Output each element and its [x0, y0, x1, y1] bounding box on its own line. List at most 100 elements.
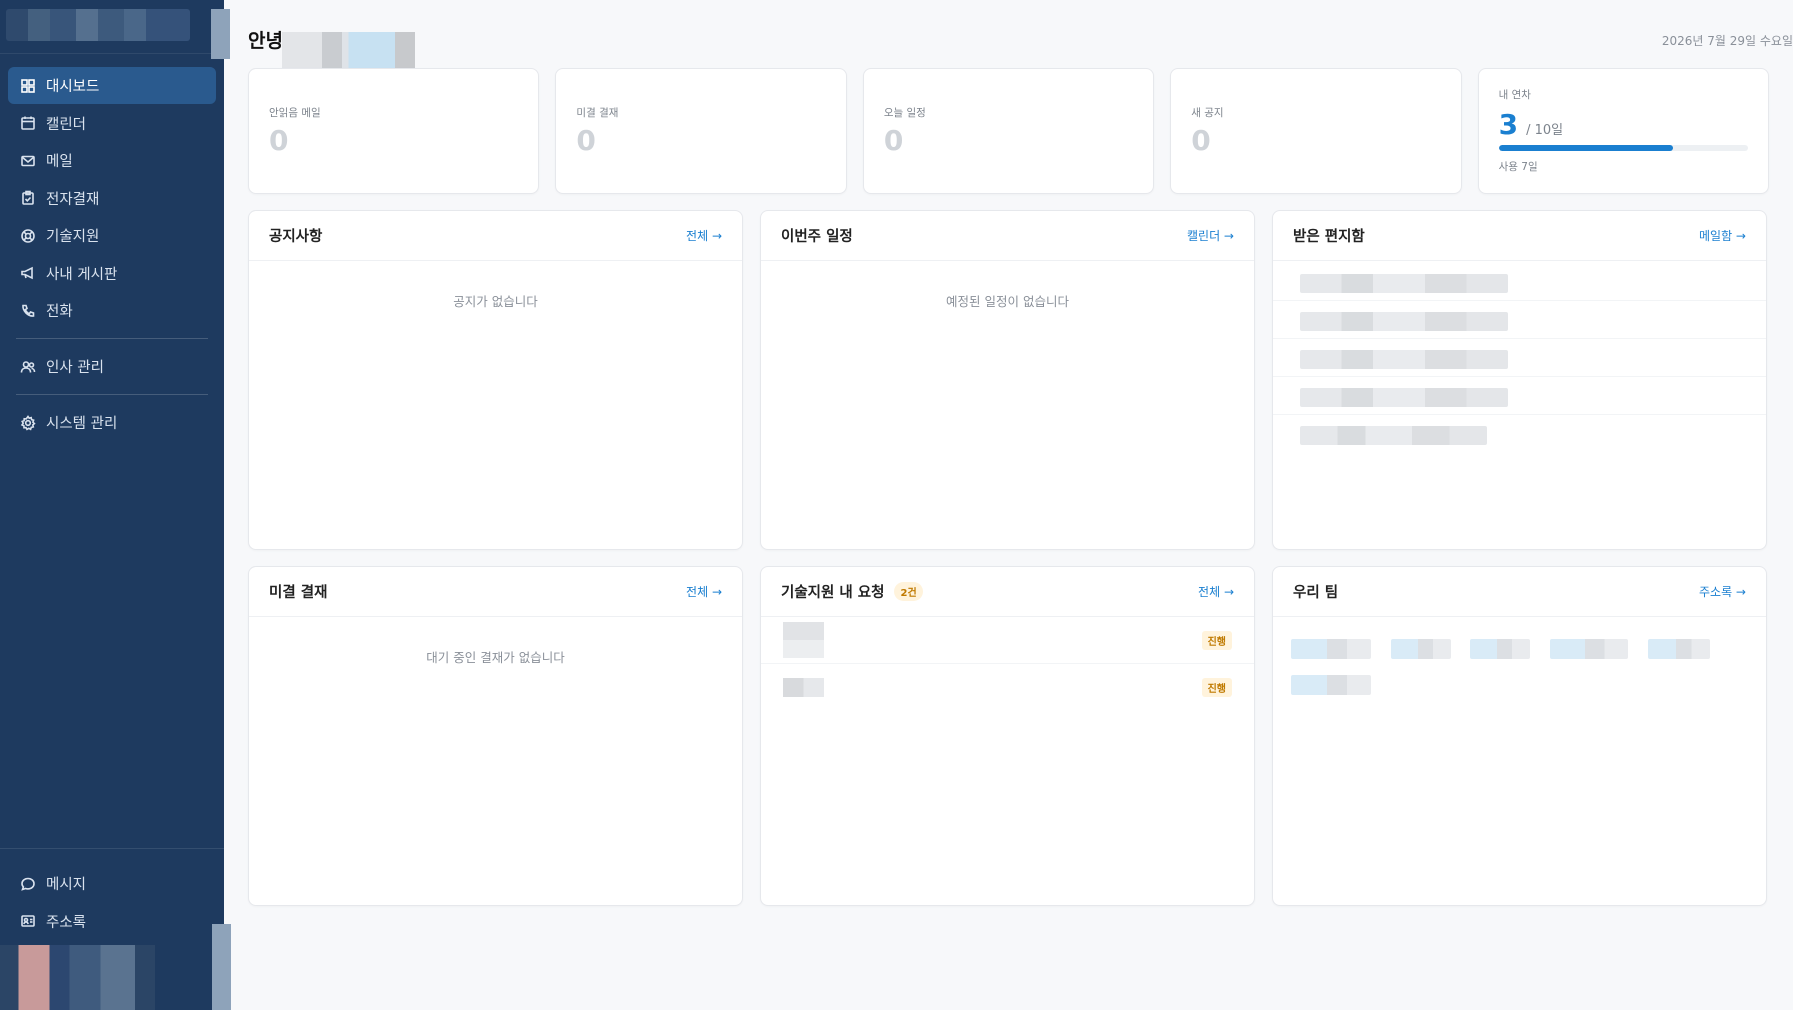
- panel-header: 받은 편지함 메일함 →: [1273, 211, 1766, 261]
- panel-header: 공지사항 전체 →: [249, 211, 742, 261]
- mail-item[interactable]: [1273, 415, 1766, 453]
- stat-value: 0: [269, 124, 289, 157]
- nav-item-board[interactable]: 사내 게시판: [8, 255, 216, 292]
- nav-label: 시스템 관리: [46, 416, 118, 432]
- mail-item-preview: [1300, 350, 1508, 369]
- nav-item-approval[interactable]: 전자결재: [8, 180, 216, 217]
- sidebar-bottom: 메시지 주소록: [0, 848, 224, 940]
- nav-label: 대시보드: [46, 79, 100, 95]
- gear-icon: [20, 414, 36, 431]
- nav-label: 전자결재: [46, 191, 100, 208]
- nav-item-contacts[interactable]: 주소록: [8, 903, 216, 940]
- empty-message: 예정된 일정이 없습니다: [946, 294, 1069, 309]
- mail-item-preview: [1300, 274, 1508, 293]
- team-member[interactable]: [1550, 639, 1628, 659]
- status-badge: 진행: [1201, 631, 1232, 650]
- view-all-link[interactable]: 전체 →: [1198, 583, 1234, 600]
- team-member[interactable]: [1648, 639, 1710, 659]
- stats-row: 안읽음 메일 0 미결 결재 0 오늘 일정 0 새 공지 0 내 연차 3 /…: [248, 68, 1770, 194]
- mail-icon: [20, 153, 36, 169]
- stat-card-today-schedule[interactable]: 오늘 일정 0: [862, 68, 1155, 194]
- nav-label: 기술지원: [46, 229, 100, 245]
- panel-schedule: 이번주 일정 캘린더 → 예정된 일정이 없습니다: [760, 210, 1255, 550]
- stat-card-unread-mail[interactable]: 안읽음 메일 0: [248, 68, 540, 194]
- panel-team: 우리 팀 주소록 →: [1272, 566, 1767, 906]
- panel-title: 기술지원 내 요청: [781, 585, 885, 601]
- stat-label: 새 공지: [1191, 107, 1224, 119]
- request-item[interactable]: 진행: [761, 617, 1254, 664]
- mail-list: [1273, 261, 1766, 453]
- panel-header: 우리 팀 주소록 →: [1273, 567, 1766, 617]
- mail-item[interactable]: [1273, 301, 1766, 339]
- panel-title: 미결 결재: [269, 585, 328, 601]
- panel-inbox: 받은 편지함 메일함 →: [1272, 210, 1767, 550]
- sidebar-header: [0, 0, 230, 59]
- request-title: [783, 678, 824, 697]
- nav-label: 메일: [46, 154, 73, 170]
- stat-label: 안읽음 메일: [269, 107, 321, 119]
- clipboard-icon: [20, 190, 36, 206]
- panel-approval: 미결 결재 전체 → 대기 중인 결재가 없습니다: [248, 566, 743, 906]
- company-logo[interactable]: [6, 9, 190, 41]
- leave-row: 3 / 10일: [1499, 108, 1748, 141]
- users-icon: [20, 359, 36, 375]
- panel-title: 받은 편지함: [1293, 229, 1365, 245]
- mail-item[interactable]: [1273, 339, 1766, 377]
- empty-message: 공지가 없습니다: [453, 294, 538, 309]
- stat-value: 0: [576, 124, 596, 157]
- panel-title: 공지사항: [269, 229, 323, 245]
- address-book-link[interactable]: 주소록 →: [1699, 583, 1746, 600]
- stat-label: 미결 결재: [576, 107, 619, 119]
- stat-card-pending-approval[interactable]: 미결 결재 0: [555, 68, 847, 194]
- nav-item-phone[interactable]: 전화: [8, 292, 216, 329]
- nav-item-system[interactable]: 시스템 관리: [8, 404, 216, 441]
- nav-item-mail[interactable]: 메일: [8, 142, 216, 179]
- panel-title: 이번주 일정: [781, 229, 853, 245]
- nav-label: 캘린더: [46, 116, 87, 133]
- nav-item-hr[interactable]: 인사 관리: [8, 348, 216, 385]
- stat-value: 0: [1191, 124, 1211, 157]
- leave-label: 내 연차: [1498, 89, 1531, 101]
- nav-item-calendar[interactable]: 캘린더: [8, 105, 216, 142]
- mail-item[interactable]: [1273, 263, 1766, 301]
- mailbox-link[interactable]: 메일함 →: [1699, 227, 1746, 244]
- sidebar: 대시보드 캘린더 메일 전자결재 기술지원 사내 게시판 전화 인사 관리 시스…: [0, 0, 231, 1010]
- view-all-link[interactable]: 전체 →: [686, 583, 722, 600]
- stat-card-new-notice[interactable]: 새 공지 0: [1170, 68, 1462, 194]
- leave-total: / 10일: [1526, 123, 1564, 138]
- user-profile[interactable]: [0, 945, 155, 1010]
- panel-header: 기술지원 내 요청 2건 전체 →: [761, 567, 1254, 617]
- page-header: 안녕 2026년 7월 29일 수요일: [248, 22, 1793, 77]
- greeting: 안녕: [248, 30, 283, 52]
- team-member[interactable]: [1291, 675, 1371, 695]
- stat-value: 0: [883, 124, 904, 157]
- mail-item[interactable]: [1273, 377, 1766, 415]
- team-member[interactable]: [1291, 639, 1371, 659]
- main-nav: 대시보드 캘린더 메일 전자결재 기술지원 사내 게시판 전화 인사 관리 시스…: [8, 67, 216, 442]
- nav-label: 인사 관리: [46, 360, 104, 376]
- mail-item-preview: [1300, 312, 1508, 331]
- nav-divider: [16, 338, 208, 339]
- stat-card-annual-leave[interactable]: 내 연차 3 / 10일 사용 7일: [1477, 68, 1770, 194]
- request-title: [783, 622, 824, 658]
- dashboard-icon: [20, 78, 36, 94]
- panel-support-requests: 기술지원 내 요청 2건 전체 → 진행 진행: [760, 566, 1255, 906]
- empty-message: 대기 중인 결재가 없습니다: [426, 650, 565, 665]
- team-member[interactable]: [1391, 639, 1451, 659]
- team-member[interactable]: [1470, 639, 1530, 659]
- nav-label: 메시지: [46, 877, 87, 893]
- view-all-link[interactable]: 전체 →: [686, 227, 722, 244]
- megaphone-icon: [20, 265, 36, 281]
- nav-item-dashboard[interactable]: 대시보드: [8, 67, 216, 104]
- request-item[interactable]: 진행: [761, 664, 1254, 711]
- phone-icon: [20, 303, 36, 319]
- contacts-icon: [20, 913, 36, 929]
- current-date: 2026년 7월 29일 수요일: [1661, 34, 1793, 48]
- stat-label: 오늘 일정: [883, 107, 926, 119]
- dashboard-grid: 공지사항 전체 → 공지가 없습니다 이번주 일정 캘린더 → 예정된 일정이 …: [248, 210, 1769, 906]
- nav-label: 사내 게시판: [46, 266, 118, 283]
- nav-item-support[interactable]: 기술지원: [8, 217, 216, 254]
- calendar-link[interactable]: 캘린더 →: [1187, 227, 1234, 244]
- message-icon: [20, 876, 36, 892]
- nav-item-messages[interactable]: 메시지: [8, 865, 216, 902]
